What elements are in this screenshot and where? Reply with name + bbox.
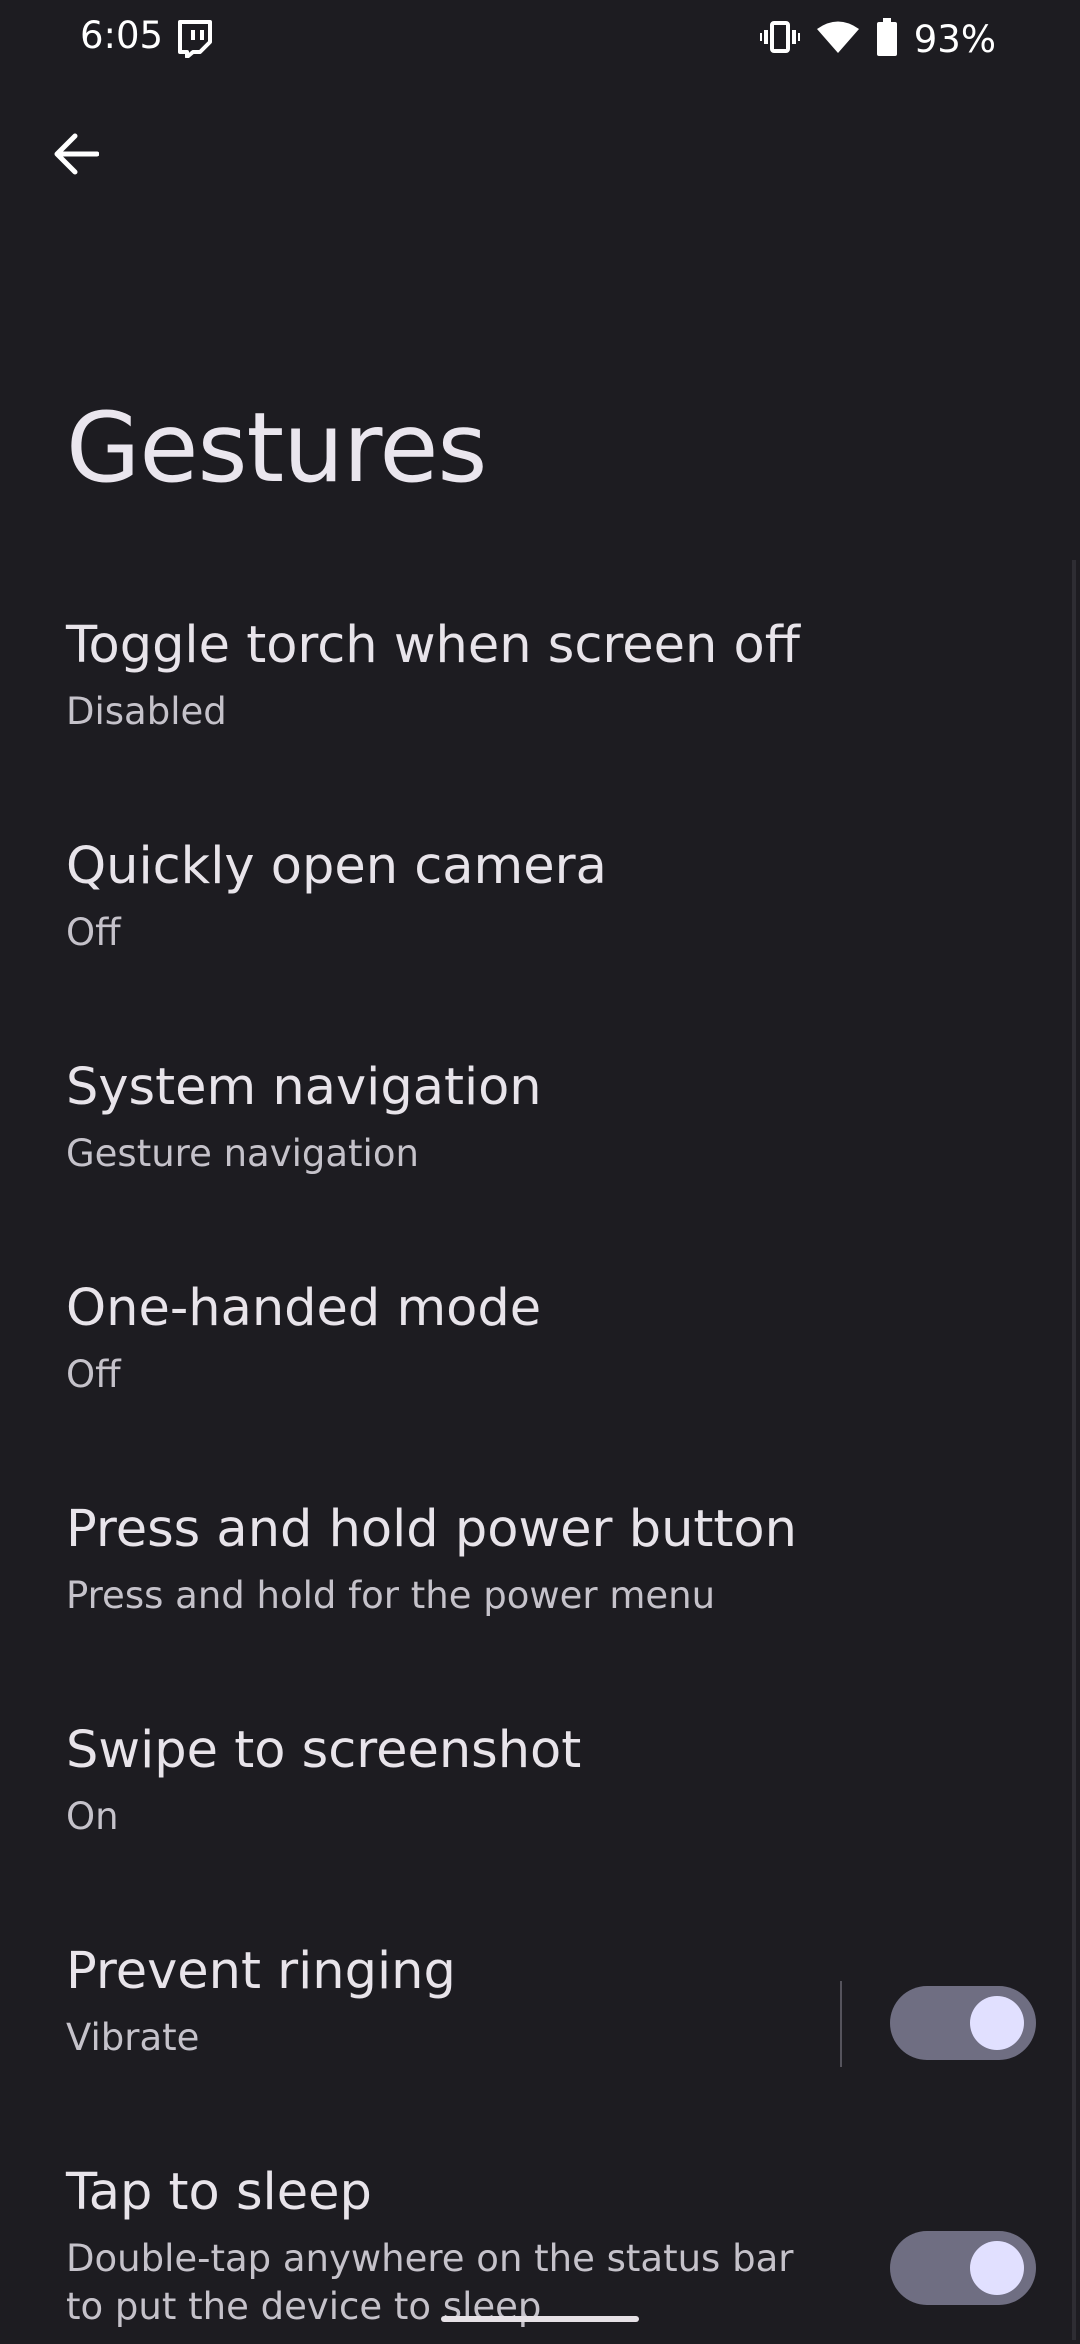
setting-title: System navigation (66, 1058, 542, 1117)
setting-title: Swipe to screenshot (66, 1721, 582, 1780)
setting-summary: Off (66, 911, 121, 954)
setting-system-navigation[interactable]: System navigation Gesture navigation (0, 1018, 1080, 1239)
setting-title: One-handed mode (66, 1279, 542, 1338)
setting-quickly-open-camera[interactable]: Quickly open camera Off (0, 797, 1080, 1018)
setting-toggle-torch[interactable]: Toggle torch when screen off Disabled (0, 576, 1080, 797)
setting-summary: Off (66, 1353, 121, 1396)
back-button[interactable] (40, 120, 112, 192)
setting-tap-to-sleep[interactable]: Tap to sleep Double-tap anywhere on the … (0, 2123, 1080, 2344)
scrollbar[interactable] (1072, 560, 1076, 2340)
setting-summary: Gesture navigation (66, 1132, 419, 1175)
status-icons: 93% (759, 14, 996, 64)
battery-percent: 93% (913, 17, 996, 61)
switch-thumb (970, 1996, 1024, 2050)
status-bar: 6:05 93% (0, 0, 1080, 80)
status-time: 6:05 (80, 14, 164, 57)
setting-title: Tap to sleep (66, 2163, 372, 2222)
setting-swipe-to-screenshot[interactable]: Swipe to screenshot On (0, 1681, 1080, 1902)
setting-summary: On (66, 1795, 119, 1838)
setting-title: Toggle torch when screen off (66, 616, 800, 675)
setting-title: Prevent ringing (66, 1942, 456, 2001)
setting-summary: Disabled (66, 690, 227, 733)
prevent-ringing-switch[interactable] (890, 1986, 1036, 2060)
setting-title: Quickly open camera (66, 837, 607, 896)
wifi-icon (816, 20, 860, 59)
tap-to-sleep-switch[interactable] (890, 2231, 1036, 2305)
setting-prevent-ringing[interactable]: Prevent ringing Vibrate (0, 1902, 1080, 2123)
setting-summary: Press and hold for the power menu (66, 1574, 716, 1617)
twitch-notification-icon (176, 20, 212, 59)
settings-list: Toggle torch when screen off Disabled Qu… (0, 576, 1080, 2344)
setting-press-hold-power[interactable]: Press and hold power button Press and ho… (0, 1460, 1080, 1681)
setting-title: Press and hold power button (66, 1500, 797, 1559)
battery-icon (876, 17, 898, 61)
arrow-back-icon (53, 131, 100, 182)
gesture-nav-handle[interactable] (441, 2316, 639, 2322)
switch-thumb (970, 2241, 1024, 2295)
page-title: Gestures (66, 392, 487, 504)
vibrate-icon (759, 19, 800, 60)
setting-summary: Vibrate (66, 2016, 200, 2059)
setting-one-handed-mode[interactable]: One-handed mode Off (0, 1239, 1080, 1460)
divider (840, 1981, 842, 2067)
